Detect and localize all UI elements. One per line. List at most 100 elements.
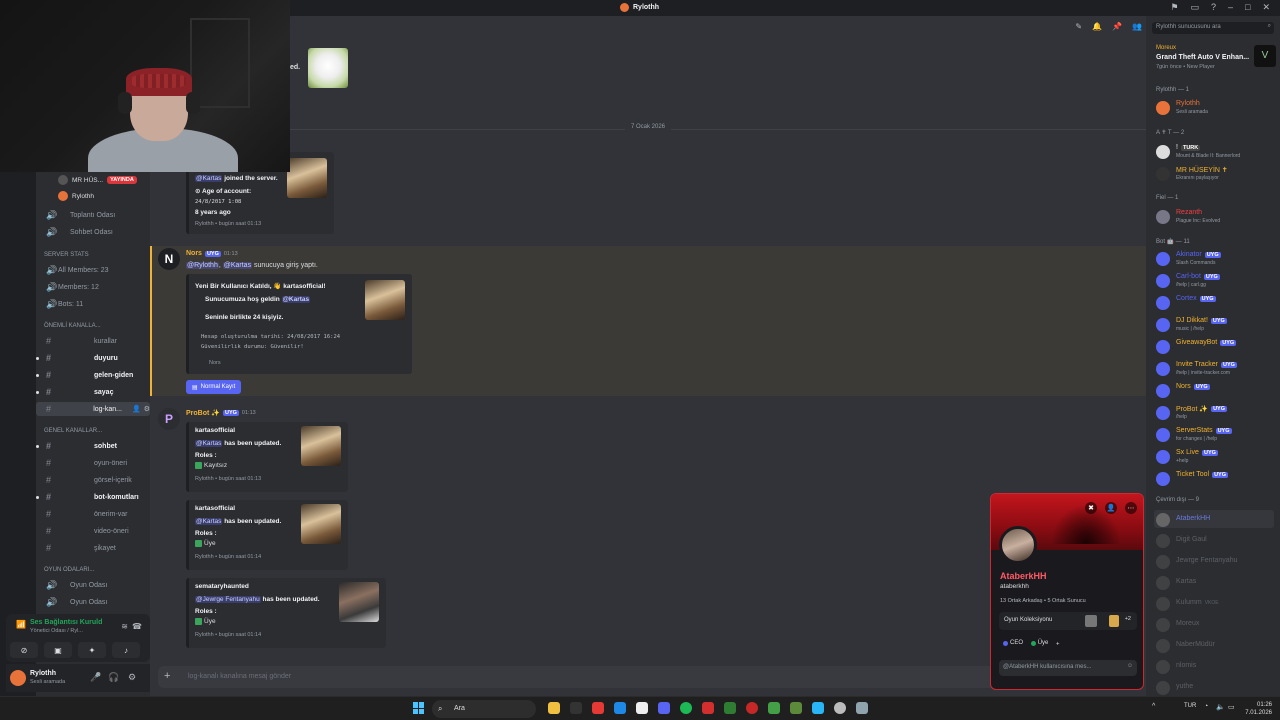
soundboard-button[interactable]: ♪ [112,642,140,658]
avatar[interactable]: P [158,408,180,430]
avatar[interactable] [999,526,1037,564]
wifi-icon[interactable]: ◔ [1204,703,1208,710]
channel-gelen-giden[interactable]: # gelen-giden [36,368,150,382]
threads-icon[interactable]: ✎ [1075,22,1082,31]
voice-channel-sohbet[interactable]: 🔊 Sohbet Odası [36,225,150,239]
channel-gorsel-icerik[interactable]: # görsel-içerik [36,473,150,487]
channel-sayac[interactable]: # sayaç [36,385,150,399]
microphone-icon[interactable]: 🎤 [90,672,101,683]
member-item[interactable]: yuthe [1154,678,1274,696]
add-role-icon[interactable]: + [1056,642,1060,648]
member-item[interactable]: Invite Tracker UYG/help | invite-tracker.… [1154,359,1274,377]
app-l-icon[interactable] [702,702,714,714]
member-item[interactable]: Jewrge Fentanyahu [1154,552,1274,570]
close-icon[interactable]: ✖ [1085,502,1097,514]
category-onemli[interactable]: ÖNEMLİ KANALLA... [44,323,101,329]
volume-icon[interactable]: 🔈 [1216,703,1225,711]
battery-icon[interactable]: ▭ [1228,703,1235,711]
plus-icon[interactable]: + [164,670,170,682]
activities-button[interactable]: ✦ [78,642,106,658]
app-icon[interactable] [746,702,758,714]
help-icon[interactable]: ? [1211,2,1216,13]
bell-icon[interactable]: 🔔 [1092,22,1102,31]
member-item[interactable]: Kulumm VKOE [1154,594,1274,612]
taskbar-search[interactable]: ⌕ Ara [432,700,536,718]
clock[interactable]: 01:26 7.01.2026 [1245,701,1272,717]
noise-icon[interactable]: ≋ [121,622,128,631]
voice-channel-oyun-1[interactable]: 🔊 Oyun Odası [36,578,150,592]
category-genel[interactable]: GENEL KANALLAR... [44,428,102,434]
member-item[interactable]: Ticket Tool UYG [1154,469,1274,487]
member-item[interactable]: ProBot ✨ UYG/help [1154,403,1274,421]
stat-bots[interactable]: 🔊 Bots: 11 [36,297,150,311]
member-item[interactable]: GiveawayBot UYG [1154,337,1274,355]
app-icon[interactable] [570,702,582,714]
maximize-icon[interactable]: □ [1245,2,1250,13]
message-author[interactable]: ProBot ✨ UYG 01:13 [186,409,256,417]
channel-oyun-oneri[interactable]: # oyun-öneri [36,456,150,470]
inbox-icon[interactable]: ⚑ [1170,2,1178,13]
game-collection[interactable]: Oyun Koleksiyonu +2 [999,612,1137,630]
avatar[interactable]: N [158,248,180,270]
embed-thumbnail[interactable] [301,504,341,544]
server-search-input[interactable]: Rylothh sunucusunu ara ⌕ [1152,22,1274,34]
store-icon[interactable] [636,702,648,714]
activity-card[interactable]: Moreux Grand Theft Auto V Enhan... 7gün … [1152,42,1276,76]
member-item[interactable]: ! TURK Mount & Blade II: Bannerlord [1154,142,1274,160]
member-item[interactable]: NaberMüdür [1154,636,1274,654]
embed-thumbnail[interactable] [287,158,327,198]
channel-sohbet[interactable]: # sohbet [36,439,150,453]
file-explorer-icon[interactable] [548,702,560,714]
member-item[interactable]: Akinator UYG Slash Commands [1154,249,1274,267]
more-icon[interactable]: ⋯ [1125,502,1137,514]
pin-icon[interactable]: 📌 [1112,22,1122,31]
chevron-up-icon[interactable]: ^ [1152,703,1155,710]
channel-onerim-var[interactable]: # önerim-var [36,507,150,521]
member-item[interactable]: Sx Live UYG +help [1154,447,1274,465]
voice-user-streaming[interactable]: MR HÜS... YAYINDA [58,175,137,185]
mutual-info[interactable]: 13 Ortak Arkadaş • 5 Ortak Sunucu [1000,598,1086,604]
brave-browser-icon[interactable] [592,702,604,714]
avatar[interactable] [10,670,26,686]
member-item[interactable]: DJ Dikkat! UYG music | /help [1154,315,1274,333]
disconnect-icon[interactable]: ☎ [132,622,142,631]
member-item[interactable]: Rylothh Sesli aramada [1154,98,1274,116]
member-item[interactable]: AtaberkHH [1154,510,1274,528]
channel-video-oneri[interactable]: # video-öneri [36,524,150,538]
member-item[interactable]: MR HÜSEYİN ✝ Ekranını paylaşıyor [1154,164,1274,182]
minimize-icon[interactable]: – [1228,2,1233,13]
category-oyun[interactable]: OYUN ODALARI... [44,567,94,573]
gear-icon[interactable]: ⚙ [128,672,136,683]
spotify-icon[interactable] [680,702,692,714]
embed-thumbnail[interactable] [339,582,379,622]
dm-message-input[interactable]: @AtaberkHH kullanıcısına mes... ☺ [999,660,1137,676]
dog-image[interactable] [308,48,348,88]
app-icon[interactable] [812,702,824,714]
screen-share-button[interactable]: ▣ [44,642,72,658]
member-item[interactable]: Digit Gaul [1154,531,1274,549]
screen-icon[interactable]: ▭ [1190,2,1199,13]
member-item[interactable]: ServerStats UYG for changes | /help [1154,425,1274,443]
voice-user-self[interactable]: Rylothh [58,191,94,201]
stat-members[interactable]: 🔊 Members: 12 [36,280,150,294]
language-indicator[interactable]: TUR [1184,703,1196,709]
discord-icon[interactable] [658,702,670,714]
xbox-icon[interactable] [724,702,736,714]
member-item[interactable]: Rezanth Plague Inc: Evolved [1154,207,1274,225]
channel-duyuru[interactable]: # duyuru [36,351,150,365]
channel-sikayet[interactable]: # şikayet [36,541,150,555]
category-server-stats[interactable]: SERVER STATS [44,252,89,258]
voice-channel-toplanti[interactable]: 🔊 Toplantı Odası [36,208,150,222]
app-icon[interactable] [768,702,780,714]
channel-bot-komutlari[interactable]: # bot-komutları [36,490,150,504]
normal-kayit-button[interactable]: ▤ Normal Kayıt [186,380,242,394]
close-icon[interactable]: ✕ [1262,2,1270,13]
embed-thumbnail[interactable] [365,280,405,320]
add-friend-icon[interactable]: 👤 [1105,502,1117,514]
mail-icon[interactable] [614,702,626,714]
channel-kurallar[interactable]: # kurallar [36,334,150,348]
member-item[interactable]: Carl-bot UYG/help | carl.gg [1154,271,1274,289]
member-item[interactable]: Moreux [1154,615,1274,633]
user-mention[interactable]: @Kartas [195,175,223,182]
emoji-icon[interactable]: ☺ [1127,663,1133,669]
